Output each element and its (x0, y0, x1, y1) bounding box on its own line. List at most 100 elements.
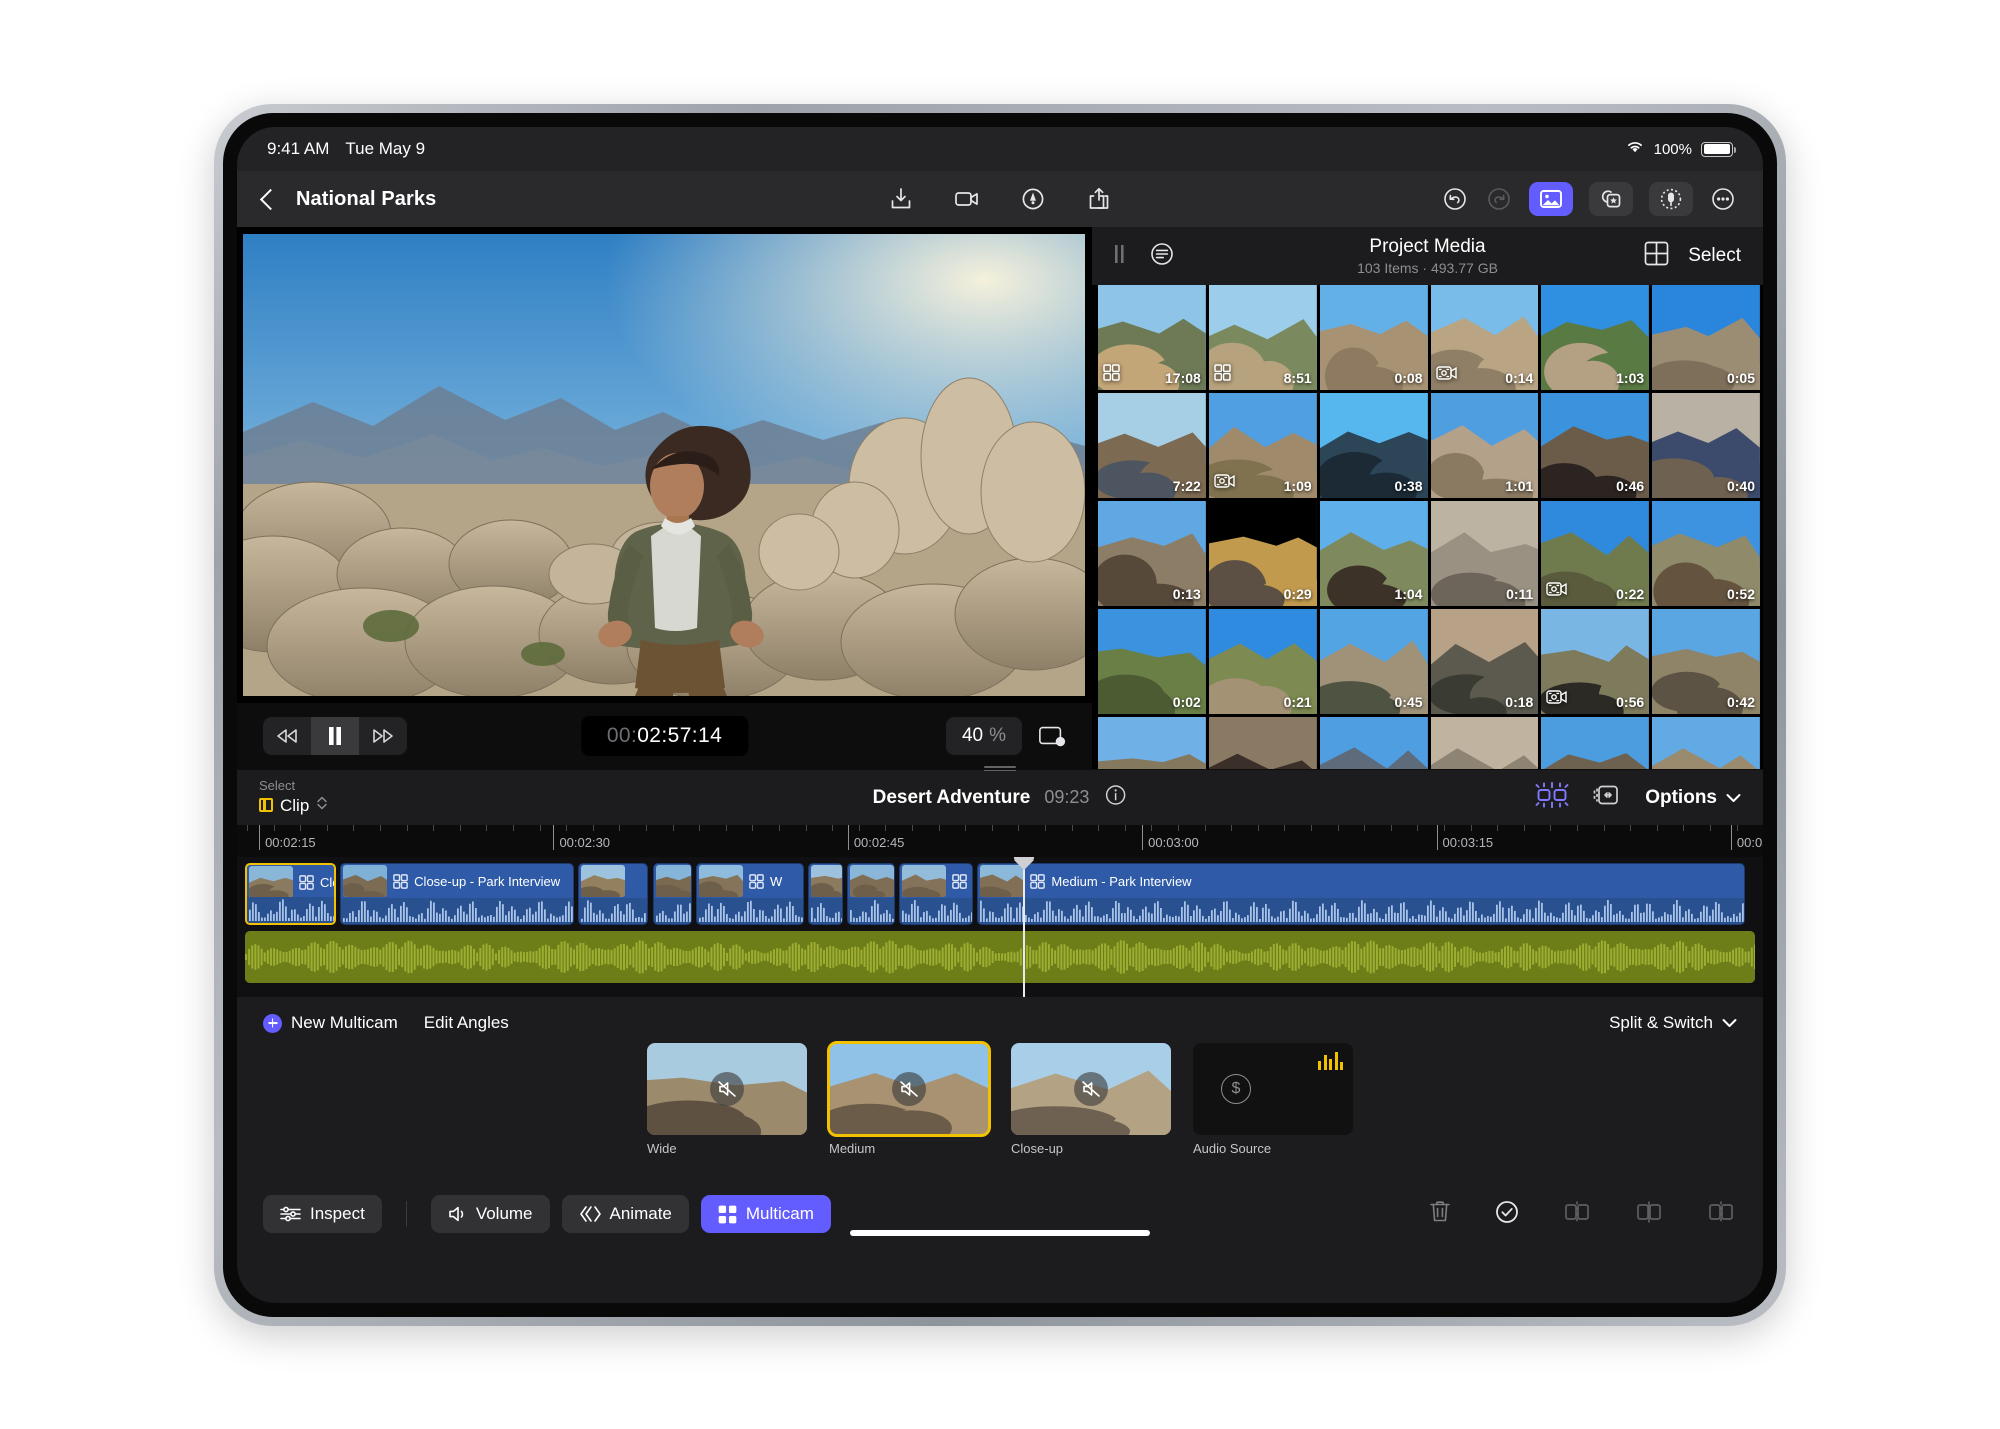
chevron-left-icon[interactable] (259, 188, 282, 210)
media-thumbnail[interactable]: 0:40 (1652, 393, 1760, 498)
split-left-icon[interactable] (1561, 1198, 1593, 1231)
audio-source-icon: $ (1221, 1074, 1251, 1104)
timeline-clip[interactable] (847, 863, 895, 925)
ruler-tick (1736, 825, 1738, 831)
multicam-angle[interactable]: Medium (827, 1041, 991, 1156)
rewind-icon[interactable] (263, 717, 311, 755)
media-thumbnail[interactable] (1098, 717, 1206, 769)
audio-track[interactable] (245, 931, 1755, 983)
media-browser-toggle[interactable] (1529, 182, 1573, 216)
playhead[interactable] (1014, 857, 1035, 997)
timeline-clip[interactable]: Cl (898, 863, 974, 925)
multicam-split-icon[interactable] (1535, 781, 1569, 814)
info-icon[interactable] (1103, 783, 1127, 812)
split-switch-button[interactable]: Split & Switch (1609, 1013, 1737, 1033)
media-thumbnail[interactable]: 0:11 (1430, 501, 1539, 606)
media-thumbnail[interactable] (1430, 717, 1539, 769)
media-thumbnail[interactable]: 7:22 (1098, 393, 1206, 498)
mute-icon[interactable] (710, 1072, 744, 1106)
edit-angles-button[interactable]: Edit Angles (424, 1013, 509, 1033)
timecode-display[interactable]: 00:02:57:14 (580, 716, 749, 756)
media-browser: Project Media 103 Items · 493.77 GB Sele… (1092, 227, 1763, 769)
media-thumbnail[interactable]: 0:05 (1652, 285, 1760, 390)
playhead-handle[interactable] (1014, 857, 1035, 870)
voiceover-icon[interactable] (1019, 185, 1047, 213)
tool-animate-button[interactable]: Animate (561, 1195, 689, 1233)
effects-browser-toggle[interactable] (1589, 182, 1633, 216)
split-right-icon[interactable] (1705, 1198, 1737, 1231)
tool-inspect-button[interactable]: Inspect (263, 1195, 382, 1233)
record-video-icon[interactable] (953, 185, 981, 213)
display-options-icon[interactable] (1038, 722, 1066, 750)
mute-icon[interactable] (892, 1072, 926, 1106)
fast-forward-icon[interactable] (359, 717, 407, 755)
trash-icon[interactable] (1427, 1198, 1453, 1230)
share-icon[interactable] (1085, 185, 1113, 213)
media-thumbnail[interactable]: 0:22 (1541, 501, 1650, 606)
media-thumbnail[interactable]: 0:45 (1319, 609, 1428, 714)
timeline-clip[interactable] (807, 863, 843, 925)
multicam-angle[interactable]: $ Audio Source (1193, 1043, 1353, 1156)
video-preview[interactable] (243, 234, 1085, 696)
media-thumbnail[interactable]: 0:21 (1208, 609, 1317, 714)
toolbar-divider (405, 1201, 407, 1227)
media-thumbnail[interactable]: 0:08 (1319, 285, 1428, 390)
import-icon[interactable] (887, 185, 915, 213)
redo-icon[interactable] (1485, 185, 1513, 213)
zoom-level[interactable]: 40% (945, 717, 1022, 755)
media-thumbnail[interactable]: 0:18 (1430, 609, 1539, 714)
resize-grabber[interactable] (984, 766, 1016, 772)
media-thumbnail[interactable]: 0:29 (1208, 501, 1317, 606)
multicam-angle[interactable]: Wide (647, 1043, 807, 1156)
ruler-tick (646, 825, 647, 831)
media-thumbnail[interactable]: 1:01 (1430, 393, 1539, 498)
check-circle-icon[interactable] (1493, 1198, 1521, 1231)
new-multicam-button[interactable]: New Multicam (263, 1013, 398, 1033)
media-thumbnail[interactable]: 0:52 (1652, 501, 1760, 606)
media-thumbnail[interactable] (1208, 717, 1317, 769)
timeline-clip[interactable]: Medium - Park Interview (977, 863, 1745, 925)
more-icon[interactable] (1709, 185, 1737, 213)
media-thumbnail[interactable]: 0:42 (1652, 609, 1760, 714)
multicam-angle[interactable]: Close-up (1011, 1043, 1171, 1156)
media-thumbnail[interactable]: 0:56 (1541, 609, 1650, 714)
media-thumbnail[interactable] (1541, 717, 1650, 769)
chevron-down-icon (1722, 1019, 1737, 1027)
grid-view-icon[interactable] (1643, 240, 1670, 272)
options-button[interactable]: Options (1645, 787, 1741, 809)
pause-bars-icon[interactable] (1114, 244, 1126, 269)
media-thumbnail[interactable]: 0:46 (1541, 393, 1650, 498)
audio-browser-toggle[interactable] (1649, 182, 1693, 216)
timeline-clip[interactable] (578, 863, 649, 925)
media-grid: 17:08 8:51 0:08 0:14 1:03 0:05 7:22 1:09 0:38 1:0… (1092, 285, 1763, 769)
timeline-ruler[interactable]: 00:02:15 00:02:30 00:02:45 00:03:00 00:03:15… (237, 825, 1763, 857)
media-thumbnail[interactable]: 8:51 (1208, 285, 1317, 390)
timeline-clip[interactable]: Close-up - Park Interview (340, 863, 574, 925)
tool-multicam-button[interactable]: Multicam (700, 1195, 831, 1233)
tool-volume-button[interactable]: Volume (430, 1195, 550, 1233)
undo-icon[interactable] (1441, 185, 1469, 213)
split-center-icon[interactable] (1633, 1198, 1665, 1231)
media-thumbnail[interactable]: 0:13 (1098, 501, 1206, 606)
mute-icon[interactable] (1074, 1072, 1108, 1106)
pause-icon[interactable] (311, 717, 359, 755)
media-thumbnail[interactable]: 0:38 (1319, 393, 1428, 498)
clip-detail-icon[interactable] (1591, 781, 1623, 814)
timeline-clip[interactable]: W (696, 863, 804, 925)
media-thumbnail[interactable] (1652, 717, 1760, 769)
media-thumbnail[interactable]: 0:14 (1430, 285, 1539, 390)
ruler-tick (486, 825, 488, 831)
media-thumbnail[interactable]: 1:04 (1319, 501, 1428, 606)
media-thumbnail[interactable]: 1:09 (1208, 393, 1317, 498)
media-thumbnail[interactable]: 17:08 (1098, 285, 1206, 390)
media-thumbnail[interactable]: 0:02 (1098, 609, 1206, 714)
media-thumbnail[interactable]: 1:03 (1541, 285, 1650, 390)
timeline-clip[interactable]: Clo (245, 863, 337, 925)
selection-mode[interactable]: Select Clip (259, 778, 328, 815)
timeline-clip[interactable] (652, 863, 692, 925)
list-filter-icon[interactable] (1148, 240, 1176, 273)
media-thumbnail[interactable] (1319, 717, 1428, 769)
new-multicam-label: New Multicam (291, 1013, 398, 1032)
clip-label: Clo (320, 874, 334, 890)
select-button[interactable]: Select (1688, 245, 1741, 267)
